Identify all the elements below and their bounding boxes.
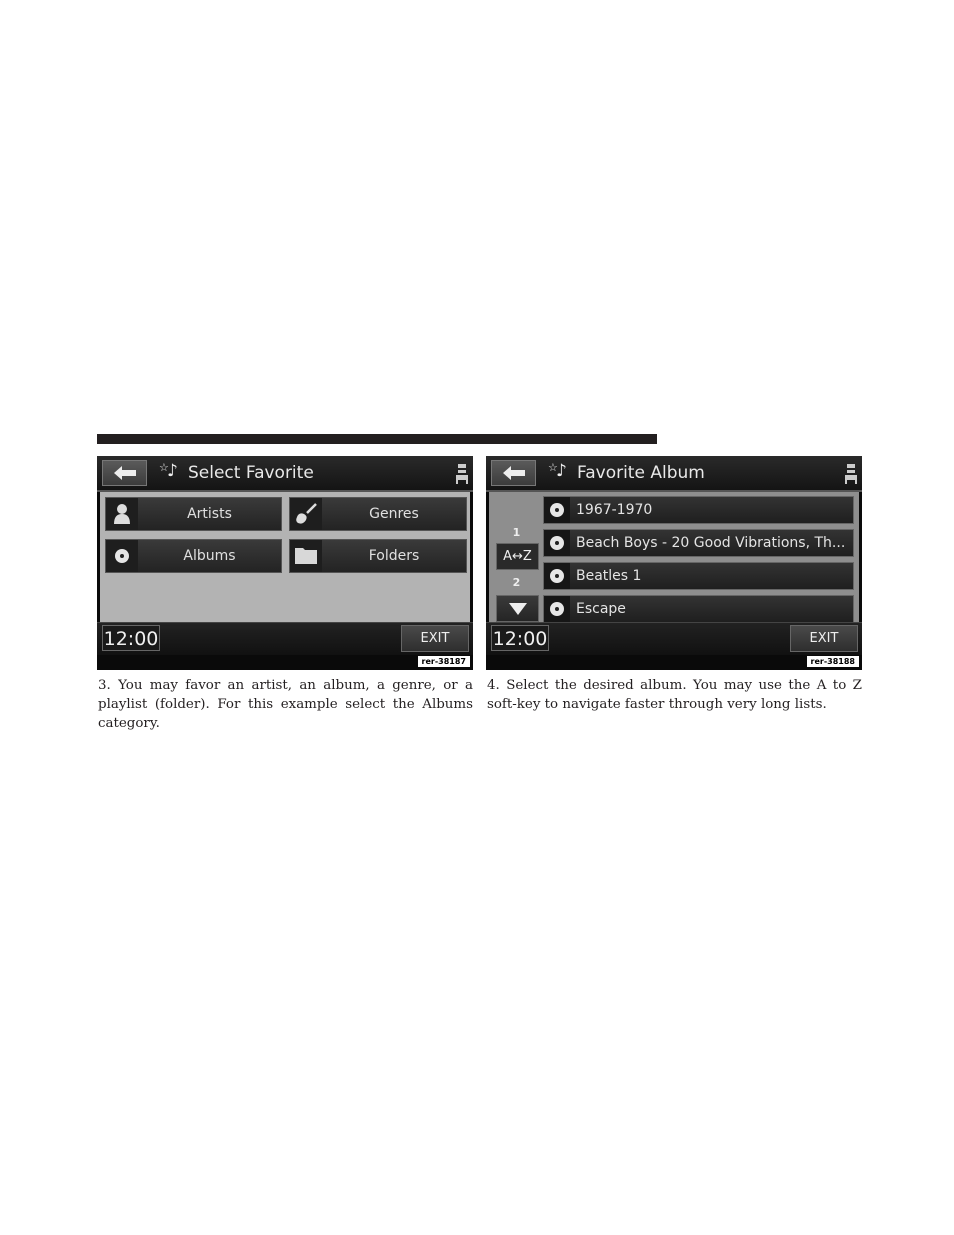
album-label: Escape	[576, 601, 626, 617]
section-divider	[97, 434, 657, 444]
back-button[interactable]	[102, 460, 147, 486]
disc-icon	[550, 503, 564, 517]
scroll-down-button[interactable]	[496, 595, 539, 622]
album-label: Beach Boys - 20 Good Vibrations, Th...	[576, 535, 846, 551]
bottom-bar: 12:00 EXIT	[97, 622, 473, 655]
album-label: Beatles 1	[576, 568, 642, 584]
figure-reference: rer-38187	[417, 656, 470, 667]
disc-icon	[550, 569, 564, 583]
screen-title: Favorite Album	[577, 463, 705, 483]
back-button[interactable]	[491, 460, 536, 486]
album-list-item[interactable]: Beach Boys - 20 Good Vibrations, Th...	[543, 529, 854, 557]
select-favorite-screen: ☆ ♪ Select Favorite Artists Genres Albums…	[97, 456, 473, 670]
disc-icon	[550, 536, 564, 550]
title-bar: ☆ ♪ Select Favorite	[97, 456, 473, 492]
album-list-item[interactable]: Beatles 1	[543, 562, 854, 590]
disc-icon	[550, 602, 564, 616]
exit-button[interactable]: EXIT	[401, 625, 469, 652]
tile-label: Artists	[187, 506, 232, 522]
down-arrow-icon	[509, 603, 527, 615]
seat-icon	[456, 464, 468, 484]
page-total: 2	[512, 576, 521, 589]
favorite-album-screen: ☆ ♪ Favorite Album 1 A↔Z 2 1967-1970 Beac…	[486, 456, 862, 670]
step-4-caption: 4. Select the desired album. You may use…	[487, 678, 862, 712]
title-bar: ☆ ♪ Favorite Album	[486, 456, 862, 492]
exit-button[interactable]: EXIT	[790, 625, 858, 652]
content-area: 1 A↔Z 2 1967-1970 Beach Boys - 20 Good V…	[489, 492, 859, 623]
person-icon	[114, 504, 130, 524]
tile-artists[interactable]: Artists	[105, 497, 282, 531]
tile-folders[interactable]: Folders	[289, 539, 467, 573]
album-list-item[interactable]: 1967-1970	[543, 496, 854, 524]
disc-icon	[115, 549, 129, 563]
album-label: 1967-1970	[576, 502, 653, 518]
tile-albums[interactable]: Albums	[105, 539, 282, 573]
clock: 12:00	[491, 625, 549, 651]
clock: 12:00	[102, 625, 160, 651]
guitar-icon	[296, 503, 317, 524]
seat-icon	[845, 464, 857, 484]
content-area: Artists Genres Albums Folders	[100, 492, 470, 622]
screen-title: Select Favorite	[188, 463, 314, 483]
tile-genres[interactable]: Genres	[289, 497, 467, 531]
folder-icon	[295, 548, 317, 564]
tile-label: Folders	[368, 548, 420, 564]
back-arrow-icon	[114, 466, 136, 480]
tile-label: Albums	[183, 548, 236, 564]
step-3-caption: 3. You may favor an artist, an album, a …	[98, 678, 473, 731]
figure-reference: rer-38188	[806, 656, 859, 667]
page-current: 1	[512, 526, 521, 539]
album-list-item[interactable]: Escape	[543, 595, 854, 623]
bottom-bar: 12:00 EXIT	[486, 622, 862, 655]
back-arrow-icon	[503, 466, 525, 480]
a-to-z-button[interactable]: A↔Z	[496, 543, 539, 570]
tile-label: Genres	[369, 506, 419, 522]
